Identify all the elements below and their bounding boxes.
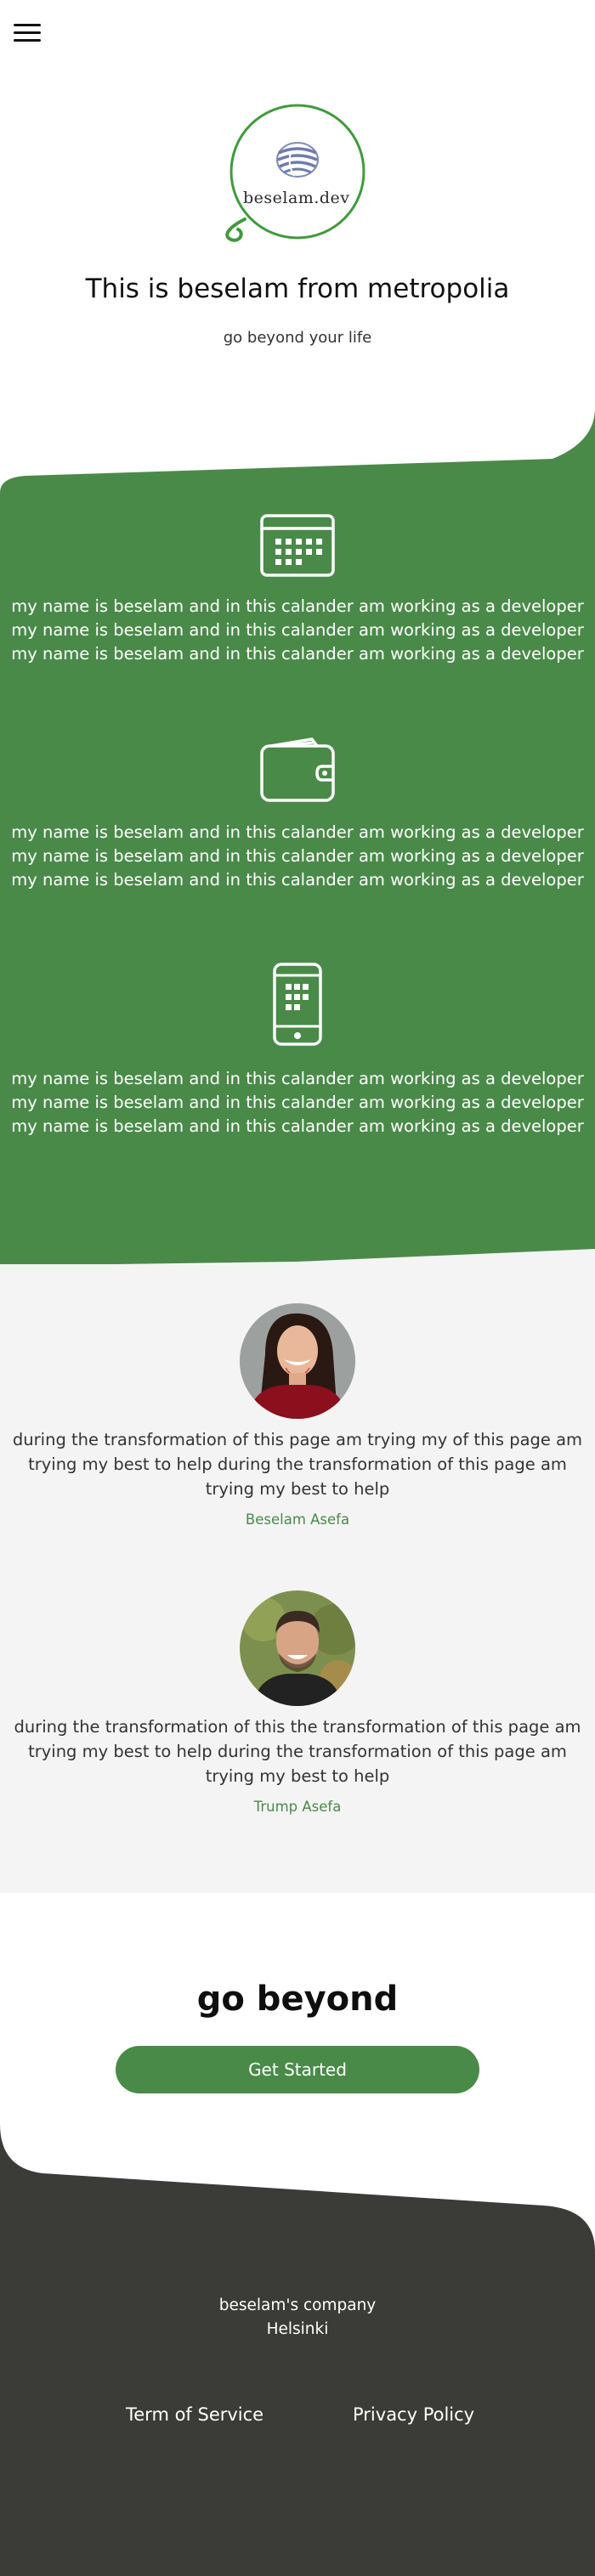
globe-icon: [276, 142, 319, 178]
testimonial-quote: during the transformation of this the tr…: [14, 1717, 581, 1786]
beselam-logo: [225, 104, 366, 242]
feature-line: my name is beselam and in this calander …: [11, 596, 584, 616]
feature-line: my name is beselam and in this calander …: [11, 846, 584, 866]
avatar-trump: [240, 1590, 355, 1706]
testimonials-section: during the transformation of this page a…: [0, 1249, 595, 1893]
company-city: Helsinki: [266, 2320, 329, 2338]
footer-background: [0, 2124, 595, 2576]
feature-wallet: my name is beselam and in this calander …: [0, 737, 595, 892]
get-started-button[interactable]: Get Started: [116, 2046, 479, 2093]
feature-line: my name is beselam and in this calander …: [11, 1069, 584, 1088]
feature-mobile: my name is beselam and in this calander …: [0, 962, 595, 1138]
feature-description: my name is beselam and in this calander …: [0, 595, 595, 666]
testimonial-author: Beselam Asefa: [245, 1511, 350, 1528]
feature-line: my name is beselam and in this calander …: [11, 1093, 584, 1112]
company-info: beselam's company Helsinki: [0, 2294, 595, 2342]
logo-text: beselam.dev: [243, 189, 350, 207]
feature-description: my name is beselam and in this calander …: [0, 1067, 595, 1138]
avatar-beselam: [240, 1303, 355, 1419]
feature-line: my name is beselam and in this calander …: [11, 870, 584, 890]
feature-line: my name is beselam and in this calander …: [11, 644, 584, 664]
landing-page: beselam.dev This is beselam from metropo…: [0, 0, 595, 2576]
wallet-icon: [260, 737, 335, 802]
cta-title: go beyond: [196, 1980, 399, 2019]
testimonial-card: during the transformation of this the tr…: [0, 1590, 595, 1815]
page-title: This is beselam from metropolia: [85, 274, 510, 304]
calendar-icon: [260, 514, 335, 577]
testimonial-card: during the transformation of this page a…: [0, 1303, 595, 1528]
feature-line: my name is beselam and in this calander …: [11, 822, 584, 842]
feature-description: my name is beselam and in this calander …: [0, 821, 595, 892]
privacy-policy-link[interactable]: Privacy Policy: [353, 2404, 474, 2425]
page-subtitle: go beyond your life: [223, 329, 372, 347]
mobile-phone-icon: [273, 963, 322, 1046]
testimonials-edge: [0, 1249, 595, 1274]
feature-line: my name is beselam and in this calander …: [11, 1116, 584, 1136]
testimonial-author: Trump Asefa: [253, 1799, 342, 1815]
feature-calendar: my name is beselam and in this calander …: [0, 513, 595, 666]
company-name: beselam's company: [218, 2296, 377, 2314]
feature-line: my name is beselam and in this calander …: [11, 620, 584, 640]
testimonial-quote: during the transformation of this page a…: [12, 1430, 583, 1499]
hamburger-menu-icon[interactable]: [14, 24, 41, 46]
terms-of-service-link[interactable]: Term of Service: [126, 2404, 264, 2425]
